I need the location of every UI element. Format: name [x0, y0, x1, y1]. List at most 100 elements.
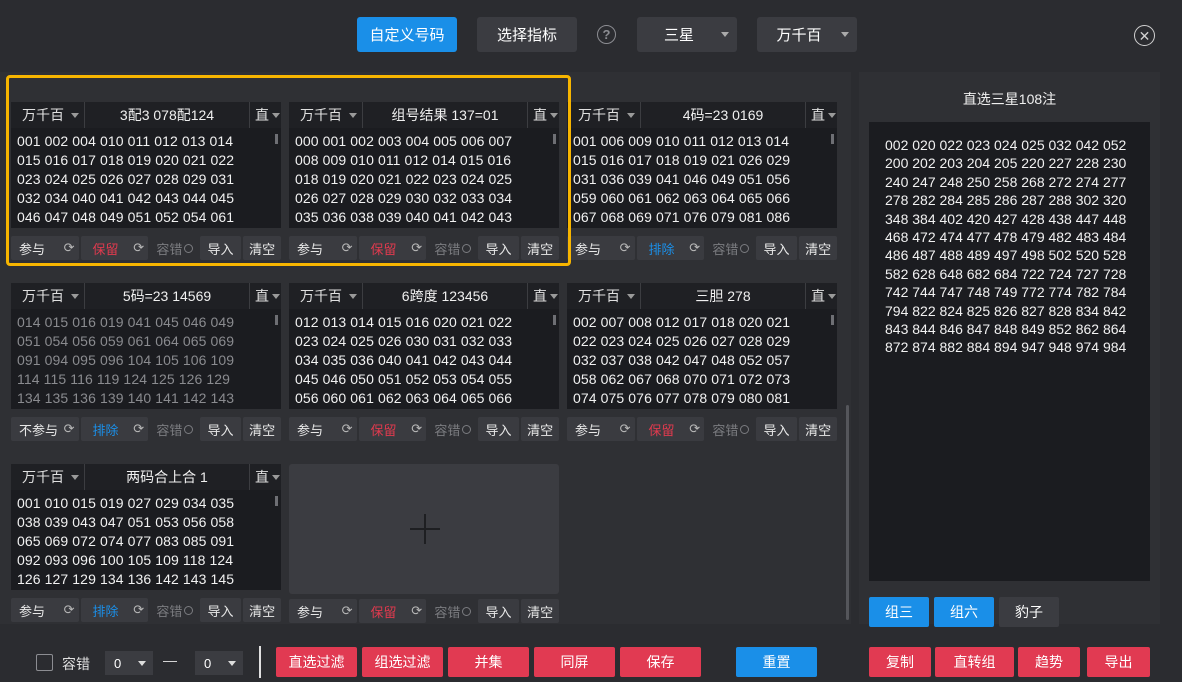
participate-toggle[interactable]: 参与 ⟳ [11, 598, 79, 622]
clear-button[interactable]: 清空 [243, 417, 281, 441]
clear-button[interactable]: 清空 [799, 417, 837, 441]
direct-filter-button[interactable]: 直选过滤 [276, 647, 357, 677]
card-mode-value: 直 [255, 288, 269, 304]
save-button[interactable]: 保存 [620, 647, 701, 677]
clear-button[interactable]: 清空 [521, 417, 559, 441]
card-numbers[interactable]: 014 015 016 019 041 045 046 049 051 054 … [11, 309, 281, 409]
filter-card: 万千百 5码=23 14569 直 014 015 016 019 041 045 0… [11, 283, 281, 441]
direct-to-group-button[interactable]: 直转组 [935, 647, 1014, 677]
tab-select-indicator[interactable]: 选择指标 [477, 17, 577, 52]
card-numbers-text: 012 013 014 015 016 020 021 022 023 024 … [295, 314, 513, 406]
position-select[interactable]: 万千百 [757, 17, 857, 52]
tab-custom-numbers[interactable]: 自定义号码 [357, 17, 457, 52]
import-button[interactable]: 导入 [199, 598, 242, 622]
card-position-select[interactable]: 万千百 [11, 283, 85, 309]
import-button[interactable]: 导入 [755, 417, 798, 441]
tolerance-toggle[interactable]: 容错 [150, 598, 200, 622]
card-title: 5码=23 14569 [122, 288, 212, 304]
card-mode-value: 直 [811, 107, 825, 123]
card-mode-select[interactable]: 直 [527, 283, 559, 309]
participate-label: 参与 [575, 422, 602, 438]
trend-button[interactable]: 趋势 [1018, 647, 1080, 677]
participate-toggle[interactable]: 参与 ⟳ [567, 417, 635, 441]
card-position-select[interactable]: 万千百 [567, 102, 641, 128]
main-scrollbar[interactable] [846, 405, 849, 620]
tab-group-six[interactable]: 组六 [934, 597, 994, 627]
help-icon[interactable]: ? [597, 25, 616, 44]
import-button[interactable]: 导入 [199, 417, 242, 441]
star-select[interactable]: 三星 [637, 17, 737, 52]
card-scrollbar[interactable] [831, 315, 834, 325]
close-icon[interactable]: ✕ [1134, 25, 1155, 46]
add-card-button[interactable] [289, 464, 559, 594]
cycle-icon: ⟳ [689, 421, 701, 436]
card-position-select[interactable]: 万千百 [11, 464, 85, 490]
cycle-icon: ⟳ [133, 421, 145, 436]
keep-toggle[interactable]: 保留 ⟳ [358, 599, 427, 623]
card-scrollbar[interactable] [275, 315, 278, 325]
tolerance-min-select[interactable]: 0 [105, 651, 153, 675]
participate-toggle[interactable]: 不参与 ⟳ [11, 417, 79, 441]
reset-button[interactable]: 重置 [736, 647, 817, 677]
radio-icon [740, 243, 750, 253]
keep-exclude-toggle[interactable]: 保留 ⟳ [358, 417, 427, 441]
card-mode-value: 直 [533, 288, 547, 304]
card-mode-select[interactable]: 直 [805, 102, 837, 128]
group-filter-button[interactable]: 组选过滤 [362, 647, 443, 677]
keep-exclude-toggle[interactable]: 排除 ⟳ [80, 417, 149, 441]
tolerance-toggle[interactable]: 容错 [706, 236, 756, 260]
cycle-icon: ⟳ [689, 240, 701, 255]
card-numbers[interactable]: 002 007 008 012 017 018 020 021 022 023 … [567, 309, 837, 409]
card-mode-select[interactable]: 直 [249, 283, 281, 309]
card-scrollbar[interactable] [275, 496, 278, 506]
card-position-select[interactable]: 万千百 [289, 283, 363, 309]
card-position-value: 万千百 [300, 288, 342, 304]
chevron-down-icon [272, 475, 280, 480]
tolerance-label: 容错 [434, 422, 461, 438]
divider [259, 646, 261, 678]
card-numbers[interactable]: 001 010 015 019 027 029 034 035 038 039 … [11, 490, 281, 590]
union-button[interactable]: 并集 [448, 647, 529, 677]
card-scrollbar[interactable] [553, 315, 556, 325]
import-button[interactable]: 导入 [755, 236, 798, 260]
keep-exclude-toggle[interactable]: 排除 ⟳ [636, 236, 705, 260]
tab-group-three[interactable]: 组三 [869, 597, 929, 627]
tolerance-toggle[interactable]: 容错 [706, 417, 756, 441]
tab-leopard[interactable]: 豹子 [999, 597, 1059, 627]
chevron-down-icon [627, 113, 635, 118]
tolerance-toggle[interactable]: 容错 [428, 599, 478, 623]
card-position-value: 万千百 [22, 288, 64, 304]
filter-card: 万千百 三胆 278 直 002 007 008 012 017 018 020 02… [567, 283, 837, 441]
tolerance-label: 容错 [712, 422, 739, 438]
card-mode-select[interactable]: 直 [249, 464, 281, 490]
import-button[interactable]: 导入 [477, 599, 520, 623]
tolerance-toggle[interactable]: 容错 [428, 417, 478, 441]
card-numbers-text: 001 010 015 019 027 029 034 035 038 039 … [17, 495, 235, 587]
card-position-select[interactable]: 万千百 [567, 283, 641, 309]
tolerance-label: 容错 [156, 422, 183, 438]
radio-icon [462, 606, 472, 616]
card-numbers[interactable]: 001 006 009 010 011 012 013 014 015 016 … [567, 128, 837, 228]
card-position-value: 万千百 [578, 288, 620, 304]
import-button[interactable]: 导入 [477, 417, 520, 441]
keep-exclude-toggle[interactable]: 保留 ⟳ [636, 417, 705, 441]
chevron-down-icon [841, 32, 849, 37]
tolerance-max-select[interactable]: 0 [195, 651, 243, 675]
clear-button[interactable]: 清空 [799, 236, 837, 260]
export-button[interactable]: 导出 [1087, 647, 1150, 677]
clear-button[interactable]: 清空 [521, 599, 559, 623]
tolerance-checkbox[interactable] [36, 654, 53, 671]
card-numbers[interactable]: 012 013 014 015 016 020 021 022 023 024 … [289, 309, 559, 409]
participate-toggle[interactable]: 参与 ⟳ [289, 599, 357, 623]
clear-button[interactable]: 清空 [243, 598, 281, 622]
card-scrollbar[interactable] [831, 134, 834, 144]
tolerance-toggle[interactable]: 容错 [150, 417, 200, 441]
card-mode-select[interactable]: 直 [805, 283, 837, 309]
participate-toggle[interactable]: 参与 ⟳ [289, 417, 357, 441]
copy-button[interactable]: 复制 [869, 647, 931, 677]
keep-exclude-toggle[interactable]: 排除 ⟳ [80, 598, 149, 622]
selection-highlight [6, 75, 571, 266]
participate-toggle[interactable]: 参与 ⟳ [567, 236, 635, 260]
same-screen-button[interactable]: 同屏 [534, 647, 615, 677]
keep-label: 保留 [370, 604, 397, 620]
